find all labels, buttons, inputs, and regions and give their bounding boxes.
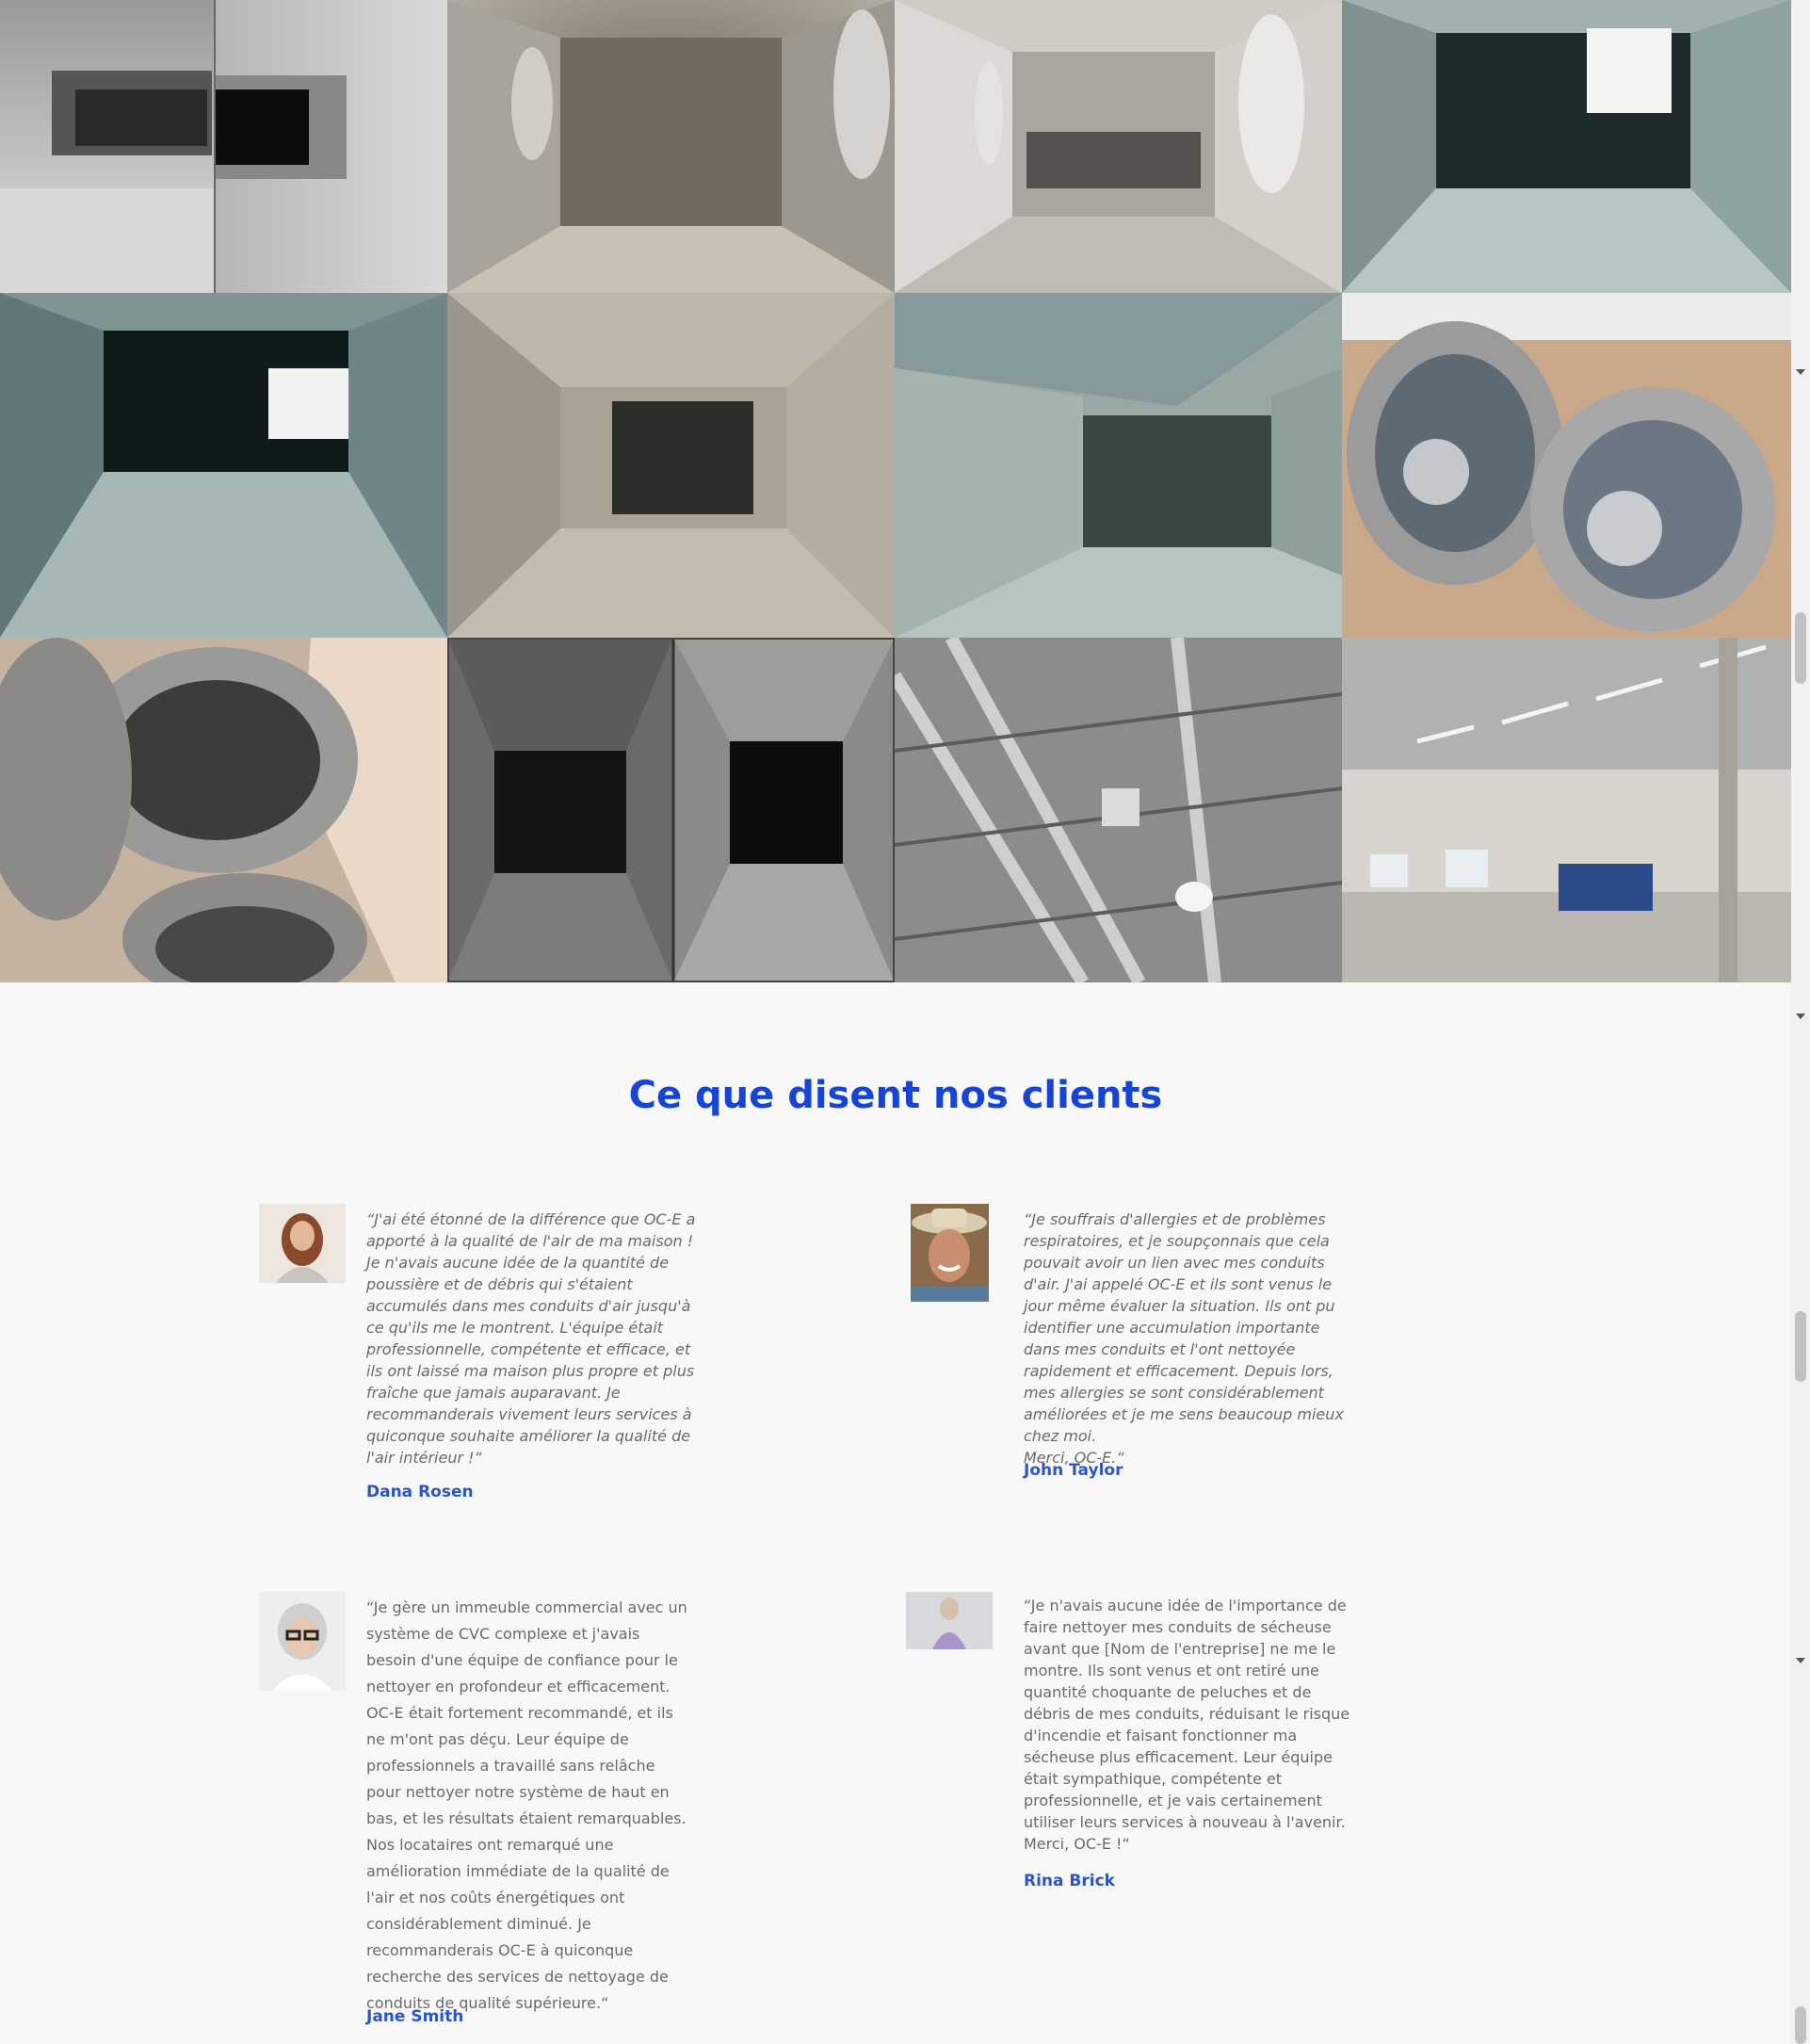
duct-metal-photo-icon [1342, 0, 1791, 293]
scroll-down-arrow-icon[interactable] [1796, 369, 1805, 375]
duct-photo-gallery [0, 0, 1791, 982]
ceiling-ducts-photo-icon [895, 638, 1342, 982]
gallery-photo[interactable] [447, 638, 895, 982]
testimonial-author: Dana Rosen [366, 1483, 474, 1501]
duct-interior-clean-photo-icon [895, 0, 1342, 293]
gallery-photo[interactable] [1342, 638, 1791, 982]
avatar [906, 1592, 993, 1649]
warehouse-ducts-photo-icon [1342, 638, 1791, 982]
flexible-duct-dusty-photo-icon [1342, 293, 1791, 638]
woman-lavender-avatar-icon [906, 1592, 993, 1649]
testimonial-quote: “Je gère un immeuble commercial avec un … [366, 1598, 687, 2012]
gallery-photo[interactable] [0, 293, 447, 638]
man-cowboy-hat-avatar-icon [911, 1204, 989, 1302]
scroll-thumb[interactable] [1795, 1311, 1806, 1382]
older-woman-glasses-avatar-icon [259, 1592, 346, 1691]
testimonial-quote: “Je souffrais d'allergies et de problème… [1024, 1210, 1344, 1467]
gallery-photo[interactable] [1342, 0, 1791, 293]
scroll-down-arrow-icon[interactable] [1796, 1658, 1805, 1663]
gallery-photo[interactable] [447, 0, 895, 293]
avatar [911, 1204, 989, 1302]
scroll-thumb[interactable] [1795, 612, 1806, 684]
scroll-thumb[interactable] [1795, 2006, 1806, 2044]
scroll-down-arrow-icon[interactable] [1796, 1014, 1805, 1019]
gallery-photo[interactable] [1342, 293, 1791, 638]
woman-portrait-avatar-icon [259, 1204, 346, 1283]
testimonial-author: John Taylor [1024, 1461, 1123, 1480]
duct-before-after-photo-icon [447, 638, 895, 982]
gallery-photo[interactable] [895, 293, 1342, 638]
avatar [259, 1204, 346, 1283]
testimonial-quote: “J'ai été étonné de la différence que OC… [366, 1210, 696, 1467]
duct-metal-photo-icon [0, 293, 447, 638]
testimonial-author: Jane Smith [366, 2007, 464, 2026]
gallery-photo[interactable] [447, 293, 895, 638]
testimonials-title: Ce que disent nos clients [628, 1074, 1163, 1117]
gallery-photo[interactable] [895, 638, 1342, 982]
duct-interior-photo-icon [447, 0, 895, 293]
testimonial-author: Rina Brick [1024, 1872, 1115, 1890]
gallery-photo[interactable] [0, 638, 447, 982]
avatar [259, 1592, 346, 1691]
gallery-photo[interactable] [0, 0, 447, 293]
gallery-photo[interactable] [895, 0, 1342, 293]
page-scrollbar[interactable] [1791, 0, 1810, 2044]
flexible-duct-photo-icon [0, 638, 447, 982]
duct-interior-photo-icon [895, 293, 1342, 638]
duct-before-after-photo-icon [0, 0, 447, 293]
testimonial-quote: “Je n'avais aucune idée de l'importance … [1024, 1597, 1350, 1853]
dusty-duct-photo-icon [447, 293, 895, 638]
